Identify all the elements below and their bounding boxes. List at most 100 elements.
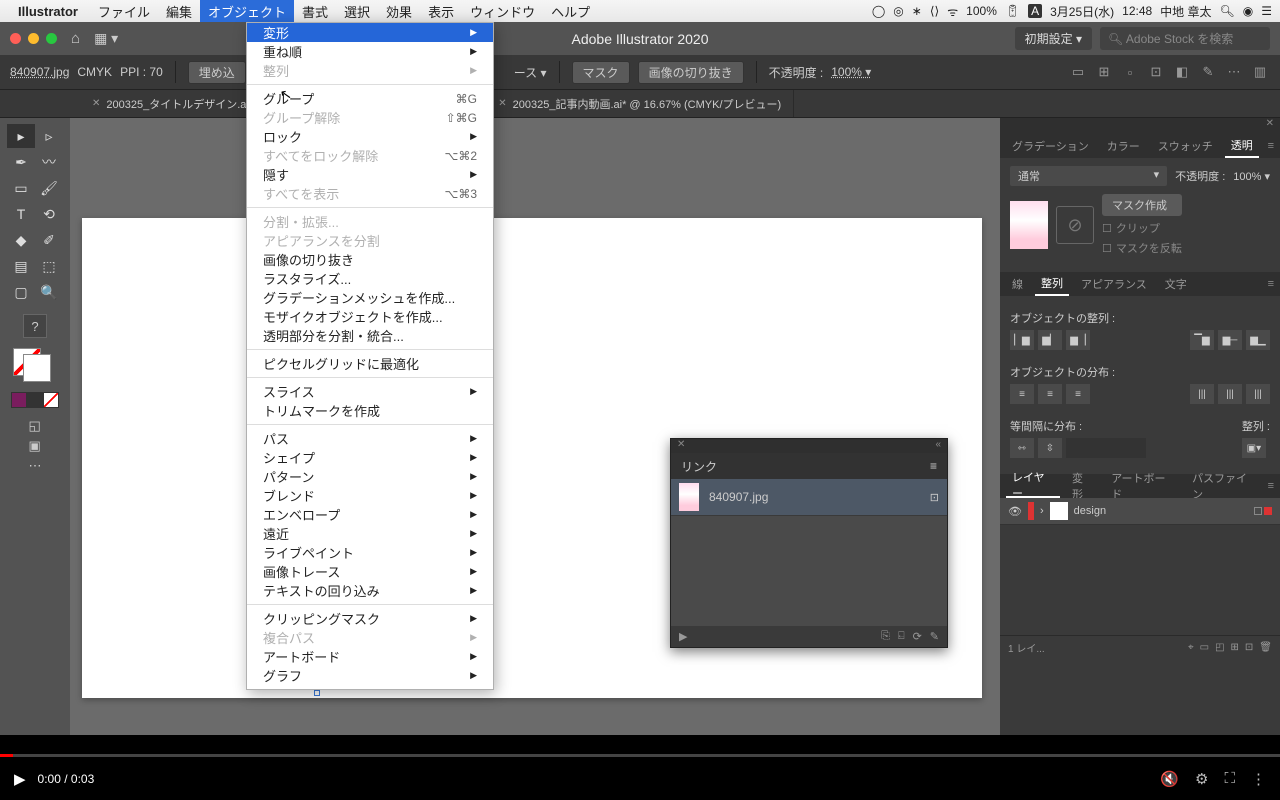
wifi-icon[interactable]: ᯤ <box>947 3 958 20</box>
mi-trim-marks[interactable]: トリムマークを作成 <box>247 401 493 420</box>
mi-gradient-mesh[interactable]: グラデーションメッシュを作成... <box>247 288 493 307</box>
gradient-tool[interactable]: ▤ <box>7 254 35 278</box>
mi-arrange[interactable]: 重ね順▶ <box>247 42 493 61</box>
menu-effect[interactable]: 効果 <box>378 0 420 22</box>
type-tool[interactable]: T <box>7 202 35 226</box>
close-icon[interactable]: ✕ <box>498 98 506 109</box>
pathfinder-icon[interactable]: ⊡ <box>1146 62 1166 82</box>
panel-close-icon[interactable]: ✕ <box>1266 118 1274 134</box>
eyedropper-tool[interactable]: ✐ <box>35 228 63 252</box>
tab-artboards[interactable]: アートボード <box>1105 474 1180 498</box>
panel-menu-icon[interactable]: ≡ <box>930 459 937 473</box>
panel-menu-icon[interactable]: ≡ <box>1268 140 1274 152</box>
dist-left-icon[interactable]: ||| <box>1190 384 1214 404</box>
mi-lock[interactable]: ロック▶ <box>247 127 493 146</box>
menu-window[interactable]: ウィンドウ <box>462 0 543 22</box>
mi-envelope[interactable]: エンベロープ▶ <box>247 505 493 524</box>
menu-help[interactable]: ヘルプ <box>543 0 598 22</box>
align-bottom-icon[interactable]: ▆▁ <box>1246 330 1270 350</box>
tab-appearance[interactable]: アピアランス <box>1075 272 1153 296</box>
clip-checkbox[interactable]: ☐クリップ <box>1102 220 1182 236</box>
shapebuilder-tool[interactable]: ⬚ <box>35 254 63 278</box>
tab-transparency[interactable]: 透明 <box>1225 134 1259 158</box>
mi-pixel-perfect[interactable]: ピクセルグリッドに最適化 <box>247 354 493 373</box>
menu-view[interactable]: 表示 <box>420 0 462 22</box>
curvature-tool[interactable]: 〰 <box>35 150 63 174</box>
opacity-value[interactable]: 100% ▾ <box>831 65 871 79</box>
mi-textwrap[interactable]: テキストの回り込み▶ <box>247 581 493 600</box>
relink-icon[interactable]: ⎘ <box>881 630 890 643</box>
dist-right-icon[interactable]: ||| <box>1246 384 1270 404</box>
notification-icon[interactable]: ☰ <box>1261 4 1272 18</box>
mi-hide[interactable]: 隠す▶ <box>247 165 493 184</box>
makeclip-icon[interactable]: ◰ <box>1215 642 1224 653</box>
menubar-user[interactable]: 中地 章太 <box>1160 3 1211 20</box>
dist-vcenter-icon[interactable]: ≡ <box>1038 384 1062 404</box>
screenmode-icon[interactable]: ▣ <box>29 438 42 454</box>
airdrop-icon[interactable]: ◎ <box>893 4 903 18</box>
crop-button[interactable]: 画像の切り抜き <box>638 61 744 84</box>
eraser-tool[interactable]: ◆ <box>7 228 35 252</box>
layer-name[interactable]: design <box>1074 505 1106 517</box>
panel-collapse-icon[interactable]: « <box>935 439 941 453</box>
mi-flatten[interactable]: 透明部分を分割・統合... <box>247 326 493 345</box>
mask-thumb[interactable]: ⊘ <box>1056 206 1094 244</box>
edit-toolbar-icon[interactable]: ⋯ <box>29 458 42 474</box>
transform-icon[interactable]: ⊞ <box>1094 62 1114 82</box>
edit-icon[interactable]: ✎ <box>1198 62 1218 82</box>
visibility-icon[interactable]: 👁 <box>1008 505 1022 518</box>
app-name[interactable]: Illustrator <box>18 4 78 19</box>
more-icon[interactable]: ⋮ <box>1251 770 1266 788</box>
rectangle-tool[interactable]: ▭ <box>7 176 35 200</box>
transparency-thumb[interactable] <box>1010 201 1048 249</box>
fullscreen-icon[interactable]: ⛶ <box>1224 770 1235 788</box>
panel-icon[interactable]: ▥ <box>1250 62 1270 82</box>
fill-stroke[interactable] <box>13 348 57 386</box>
line-icon[interactable]: ◯ <box>872 4 885 18</box>
pen-tool[interactable]: ✒ <box>7 150 35 174</box>
menubar-date[interactable]: 3月25日(水) <box>1050 3 1114 20</box>
selection-tool[interactable]: ▸ <box>7 124 35 148</box>
battery-icon[interactable]: 🔋︎ <box>1005 4 1020 18</box>
embed-button[interactable]: 埋め込 <box>188 61 246 84</box>
dist-bottom-icon[interactable]: ≡ <box>1066 384 1090 404</box>
menu-select[interactable]: 選択 <box>336 0 378 22</box>
canvas[interactable]: ✕« リンク≡ 840907.jpg ⊡ ▶ ⎘ ⍇ ⟳ ✎ <box>70 118 1000 735</box>
invert-mask-checkbox[interactable]: ☐マスクを反転 <box>1102 240 1182 256</box>
input-lang[interactable]: A <box>1028 4 1042 18</box>
mi-imagetrace[interactable]: 画像トレース▶ <box>247 562 493 581</box>
dist-top-icon[interactable]: ≡ <box>1010 384 1034 404</box>
menu-edit[interactable]: 編集 <box>158 0 200 22</box>
paintbrush-tool[interactable]: 🖌 <box>35 176 63 200</box>
mi-clipmask[interactable]: クリッピングマスク▶ <box>247 609 493 628</box>
workspace-select[interactable]: 初期設定 ▾ <box>1015 27 1092 50</box>
mi-artboard[interactable]: アートボード▶ <box>247 647 493 666</box>
mi-pattern[interactable]: パターン▶ <box>247 467 493 486</box>
rotate-tool[interactable]: ⟲ <box>35 202 63 226</box>
mi-slice[interactable]: スライス▶ <box>247 382 493 401</box>
edit-original-icon[interactable]: ✎ <box>930 630 939 643</box>
opacity-value[interactable]: 100% ▾ <box>1233 170 1270 183</box>
home-icon[interactable]: ⌂ <box>71 30 80 47</box>
sync-icon[interactable]: ⟨⟩ <box>930 4 939 18</box>
panel-close-icon[interactable]: ✕ <box>677 439 685 453</box>
help-tool[interactable]: ? <box>23 314 47 338</box>
panel-menu-icon[interactable]: ≡ <box>1268 480 1274 492</box>
tab-pathfinder[interactable]: パスファイン <box>1186 474 1262 498</box>
mi-crop-image[interactable]: 画像の切り抜き <box>247 250 493 269</box>
volume-icon[interactable]: 🔇 <box>1160 770 1179 788</box>
close-icon[interactable]: ✕ <box>92 98 100 109</box>
tab-character[interactable]: 文字 <box>1159 272 1193 296</box>
selection-handle[interactable] <box>314 690 320 696</box>
mi-group[interactable]: グループ⌘G <box>247 89 493 108</box>
mi-rasterize[interactable]: ラスタライズ... <box>247 269 493 288</box>
menu-object[interactable]: オブジェクト <box>200 0 294 22</box>
shape-icon[interactable]: ▫ <box>1120 62 1140 82</box>
dist-hcenter-icon[interactable]: ||| <box>1218 384 1242 404</box>
drawmode-icon[interactable]: ◱ <box>29 418 42 434</box>
menubar-time[interactable]: 12:48 <box>1122 4 1152 18</box>
trace-suffix[interactable]: ース ▾ <box>514 64 547 81</box>
make-mask-button[interactable]: マスク作成 <box>1102 194 1182 216</box>
zoom-tool[interactable]: 🔍 <box>35 280 63 304</box>
tab-color[interactable]: カラー <box>1101 134 1146 158</box>
